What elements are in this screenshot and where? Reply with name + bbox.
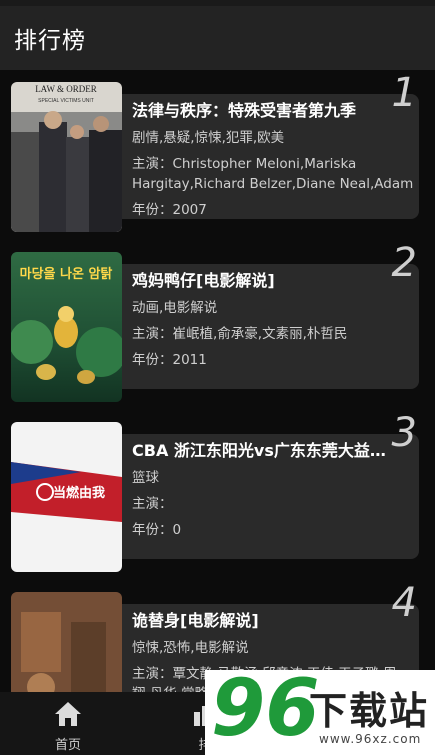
item-genres: 惊悚,恐怖,电影解说 — [132, 640, 249, 656]
item-genres: 动画,电影解说 — [132, 300, 218, 316]
poster-image[interactable] — [11, 592, 122, 692]
rank-number: 2 — [391, 240, 417, 286]
poster-caption: LAW & ORDER — [35, 84, 97, 94]
watermark-number: 96 — [211, 664, 320, 754]
item-year: 年份：2011 — [132, 352, 207, 368]
poster-caption: 마당을 나온 암탉 — [20, 266, 113, 282]
nav-home[interactable]: 首页 — [28, 700, 108, 753]
poster-image[interactable]: LAW & ORDER SPECIAL VICTIMS UNIT — [11, 82, 122, 232]
app-bar: 排行榜 — [0, 6, 435, 70]
list-item[interactable]: 当燃由我 3 CBA 浙江东阳光vs广东东莞大益… 篮球 主演： 年份：0 — [0, 410, 435, 580]
item-title[interactable]: 诡替身[电影解说] — [132, 610, 414, 632]
watermark-logo: 96 下载站 www.96xz.com — [205, 664, 435, 755]
item-cast: 主演： — [132, 496, 173, 512]
rank-number: 3 — [391, 410, 417, 456]
item-year: 年份：2007 — [132, 202, 207, 218]
poster-image[interactable]: 마당을 나온 암탉 — [11, 252, 122, 402]
item-genres: 篮球 — [132, 470, 159, 486]
list-item[interactable]: LAW & ORDER SPECIAL VICTIMS UNIT 1 法律与秩序… — [0, 70, 435, 240]
item-genres: 剧情,悬疑,惊悚,犯罪,欧美 — [132, 130, 285, 146]
item-year: 年份：0 — [132, 522, 182, 538]
poster-caption: 当燃由我 — [53, 485, 105, 501]
watermark-url: www.96xz.com — [319, 732, 422, 746]
item-title[interactable]: CBA 浙江东阳光vs广东东莞大益… — [132, 440, 414, 462]
page-title: 排行榜 — [14, 28, 86, 54]
item-title[interactable]: 鸡妈鸭仔[电影解说] — [132, 270, 414, 292]
item-title[interactable]: 法律与秩序：特殊受害者第九季 — [132, 100, 414, 122]
item-cast: 主演：Christopher Meloni,Mariska Hargitay,R… — [132, 156, 414, 192]
poster-subcaption: SPECIAL VICTIMS UNIT — [38, 98, 94, 104]
nav-home-label: 首页 — [54, 738, 81, 753]
item-cast: 主演：崔岷植,俞承豪,文素丽,朴哲民 — [132, 326, 348, 342]
list-item[interactable]: 마당을 나온 암탉 2 鸡妈鸭仔[电影解说] 动画,电影解说 主演：崔岷植,俞承… — [0, 240, 435, 410]
ranking-list[interactable]: LAW & ORDER SPECIAL VICTIMS UNIT 1 法律与秩序… — [0, 70, 435, 692]
rank-number: 1 — [391, 70, 417, 116]
rank-number: 4 — [391, 580, 417, 626]
poster-image[interactable]: 当燃由我 — [11, 422, 122, 572]
home-icon — [53, 702, 83, 732]
watermark-text: 下载站 — [309, 689, 430, 733]
